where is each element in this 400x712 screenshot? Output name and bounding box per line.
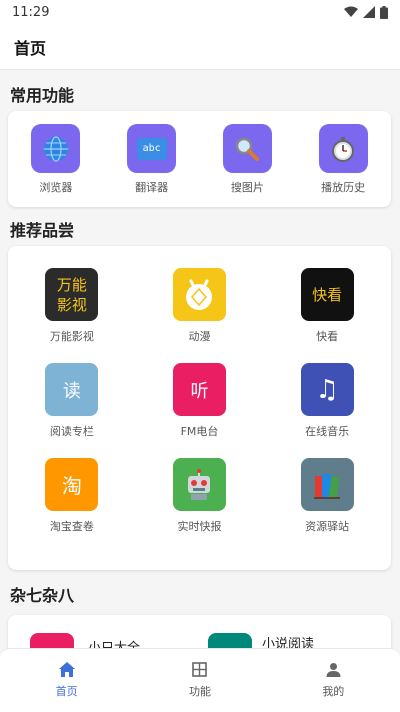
section-title-common: 常用功能 (10, 86, 75, 105)
func-label: 搜图片 (230, 181, 264, 194)
nav-item-profile[interactable]: 我的 (293, 662, 373, 699)
rec-item-fm[interactable]: 听 FM电台 (136, 363, 264, 439)
nav-label: 我的 (322, 685, 345, 698)
nav-item-functions[interactable]: 功能 (160, 662, 240, 699)
nav-label: 首页 (55, 685, 78, 698)
abc-badge: abc (136, 137, 167, 160)
signal-icon (363, 6, 375, 18)
kuaikan-text-icon: 快看 (300, 268, 354, 321)
person-icon (326, 663, 341, 677)
func-item-history[interactable]: 播放历史 (303, 124, 383, 195)
rec-item-news[interactable]: 实时快报 (136, 458, 264, 534)
func-label: 浏览器 (39, 181, 73, 194)
grid-icon (192, 662, 208, 677)
common-functions-card: 浏览器 abc 翻译器 搜图片 播放历史 (8, 111, 391, 207)
section-title-misc: 杂七杂八 (10, 586, 75, 605)
rec-item-reading[interactable]: 读 阅读专栏 (8, 363, 136, 439)
status-bar: 11:29 (0, 0, 400, 24)
func-item-search-image[interactable]: 搜图片 (207, 124, 287, 195)
recommend-card: 万能 影视 万能影视 动漫 快看 快看 读 阅读专栏 听 FM电台 ♫ 在线音乐… (8, 246, 391, 570)
abc-translate-icon: abc (127, 124, 177, 173)
rec-item-resources[interactable]: 资源驿站 (263, 458, 391, 534)
rec-label: 资源驿站 (305, 520, 350, 533)
func-item-browser[interactable]: 浏览器 (16, 124, 96, 195)
rec-label: 快看 (316, 330, 339, 343)
anime-mascot-icon (172, 268, 226, 321)
nav-item-home[interactable]: 首页 (27, 662, 107, 699)
bottom-navigation: 首页 功能 我的 (0, 648, 400, 712)
magnifier-icon (222, 124, 272, 173)
nav-label: 功能 (188, 685, 211, 698)
func-label: 翻译器 (135, 181, 169, 194)
music-note-icon: ♫ (300, 363, 354, 416)
rec-label: 在线音乐 (305, 425, 350, 438)
wifi-icon (344, 6, 358, 17)
func-label: 播放历史 (321, 181, 366, 194)
rec-label: FM电台 (180, 425, 219, 438)
status-icons (344, 5, 388, 19)
rec-item-taobao[interactable]: 淘 淘宝查卷 (8, 458, 136, 534)
section-title-recommend: 推荐品尝 (10, 221, 75, 240)
home-icon (58, 662, 75, 677)
rec-item-wanneng-yingshi[interactable]: 万能 影视 万能影视 (8, 268, 136, 344)
film-text-icon: 万能 影视 (45, 268, 99, 321)
battery-icon (380, 5, 388, 19)
func-item-translator[interactable]: abc 翻译器 (112, 124, 192, 195)
books-icon (300, 458, 354, 511)
stopwatch-icon (318, 124, 368, 173)
globe-icon (31, 124, 81, 173)
status-time: 11:29 (12, 4, 50, 20)
robot-icon (172, 458, 226, 511)
rec-label: 动漫 (188, 330, 211, 343)
rec-item-music[interactable]: ♫ 在线音乐 (263, 363, 391, 439)
rec-label: 实时快报 (177, 520, 222, 533)
rec-label: 万能影视 (49, 330, 94, 343)
read-text-icon: 读 (45, 363, 99, 416)
rec-label: 淘宝查卷 (49, 520, 94, 533)
rec-label: 阅读专栏 (49, 425, 94, 438)
listen-text-icon: 听 (172, 363, 226, 416)
app-bar: 首页 (0, 24, 400, 70)
rec-item-kuaikan[interactable]: 快看 快看 (263, 268, 391, 344)
rec-item-anime[interactable]: 动漫 (136, 268, 264, 344)
taobao-text-icon: 淘 (45, 458, 99, 511)
page-title: 首页 (14, 38, 47, 58)
